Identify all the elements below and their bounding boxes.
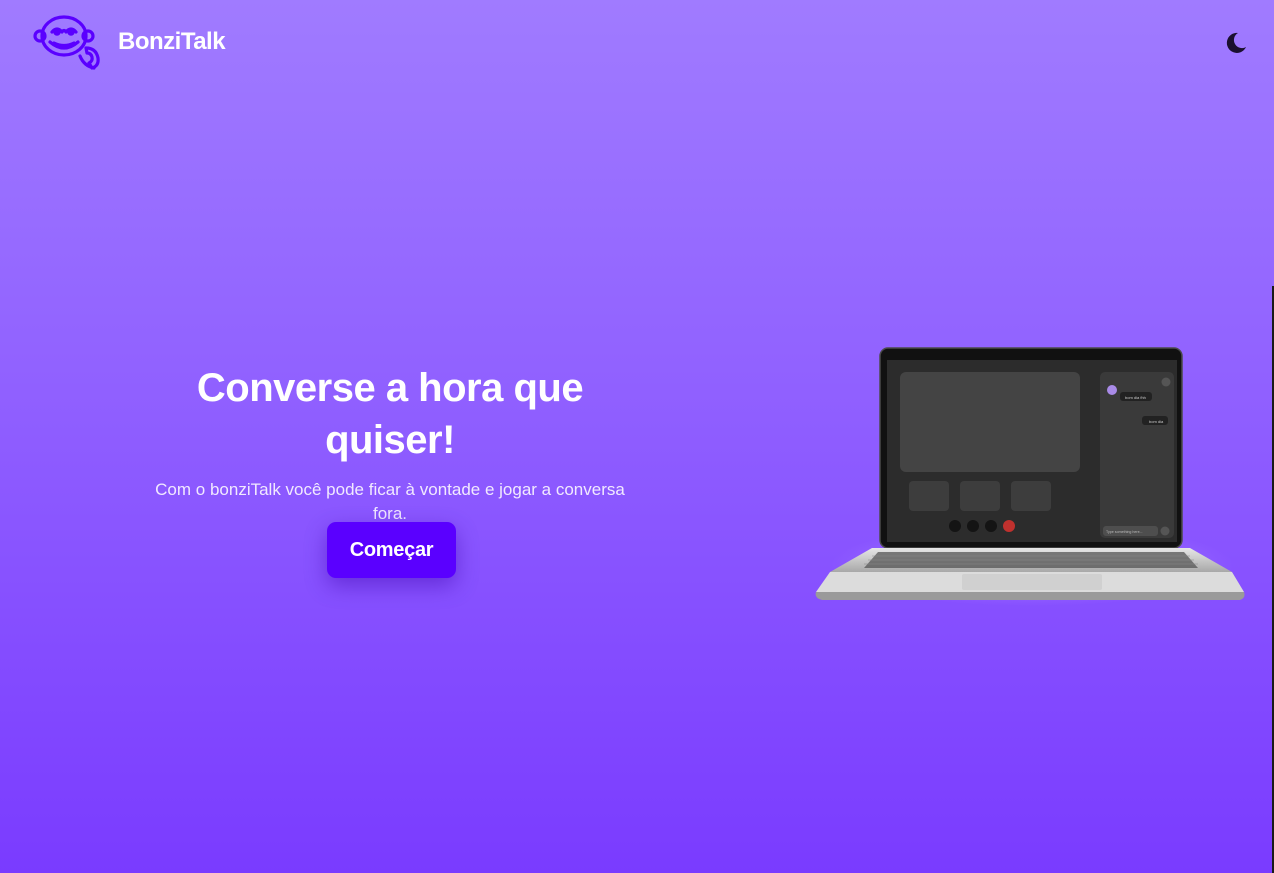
chat-message-2: bom dia — [1149, 419, 1164, 424]
start-button[interactable]: Começar — [327, 522, 456, 578]
hero-section: Converse a hora que quiser! Com o bonziT… — [130, 362, 650, 526]
chat-message-1: bom dia fhh — [1125, 395, 1146, 400]
hero-subtitle: Com o bonziTalk você pode ficar à vontad… — [155, 480, 625, 523]
hero-title: Converse a hora que quiser! — [196, 366, 584, 462]
chat-input-placeholder: Type something here... — [1106, 530, 1143, 534]
brand-name[interactable]: BonziTalk — [118, 28, 226, 56]
top-bar: BonziTalk — [0, 0, 1274, 86]
laptop-mockup-image: bom dia fhh bom dia Type something here.… — [815, 347, 1245, 600]
monkey-phone-logo-icon[interactable] — [32, 12, 104, 72]
moon-icon[interactable] — [1222, 30, 1248, 56]
